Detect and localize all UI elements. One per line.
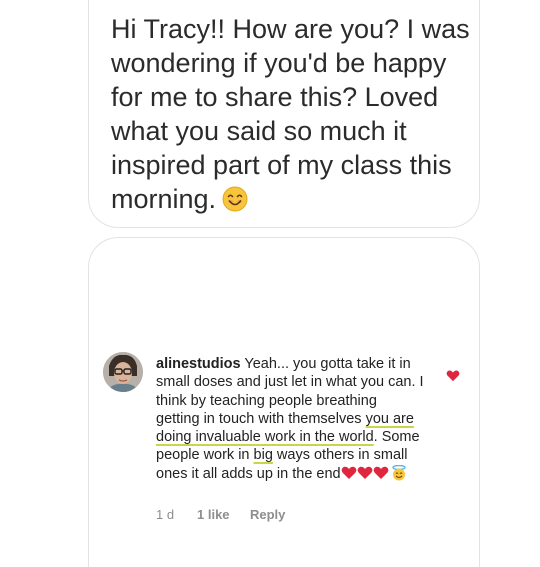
- highlighted-phrase: big: [253, 447, 273, 464]
- smiling-face-emoji-icon: [222, 186, 248, 212]
- message-body: Hi Tracy!! How are you? I was wondering …: [111, 14, 470, 214]
- comment-timestamp: 1 d: [156, 507, 175, 522]
- comment-emojis: [341, 464, 409, 486]
- red-heart-icon: [357, 466, 372, 479]
- comment-likes-link[interactable]: 1 like: [197, 507, 250, 522]
- message-text: Hi Tracy!! How are you? I was wondering …: [111, 12, 471, 216]
- smiling-face-with-halo-icon: [391, 464, 406, 481]
- reply-button[interactable]: Reply: [250, 507, 285, 522]
- comment-meta: 1 d 1 like Reply: [156, 507, 285, 522]
- red-heart-icon: [341, 466, 356, 479]
- message-bubble: Hi Tracy!! How are you? I was wondering …: [88, 0, 480, 228]
- red-heart-icon: [373, 466, 388, 479]
- comment-username[interactable]: alinestudios: [156, 356, 241, 372]
- heart-icon[interactable]: [446, 369, 460, 382]
- comment-text: alinestudios Yeah... you gotta take it i…: [156, 355, 424, 486]
- avatar[interactable]: [103, 352, 143, 392]
